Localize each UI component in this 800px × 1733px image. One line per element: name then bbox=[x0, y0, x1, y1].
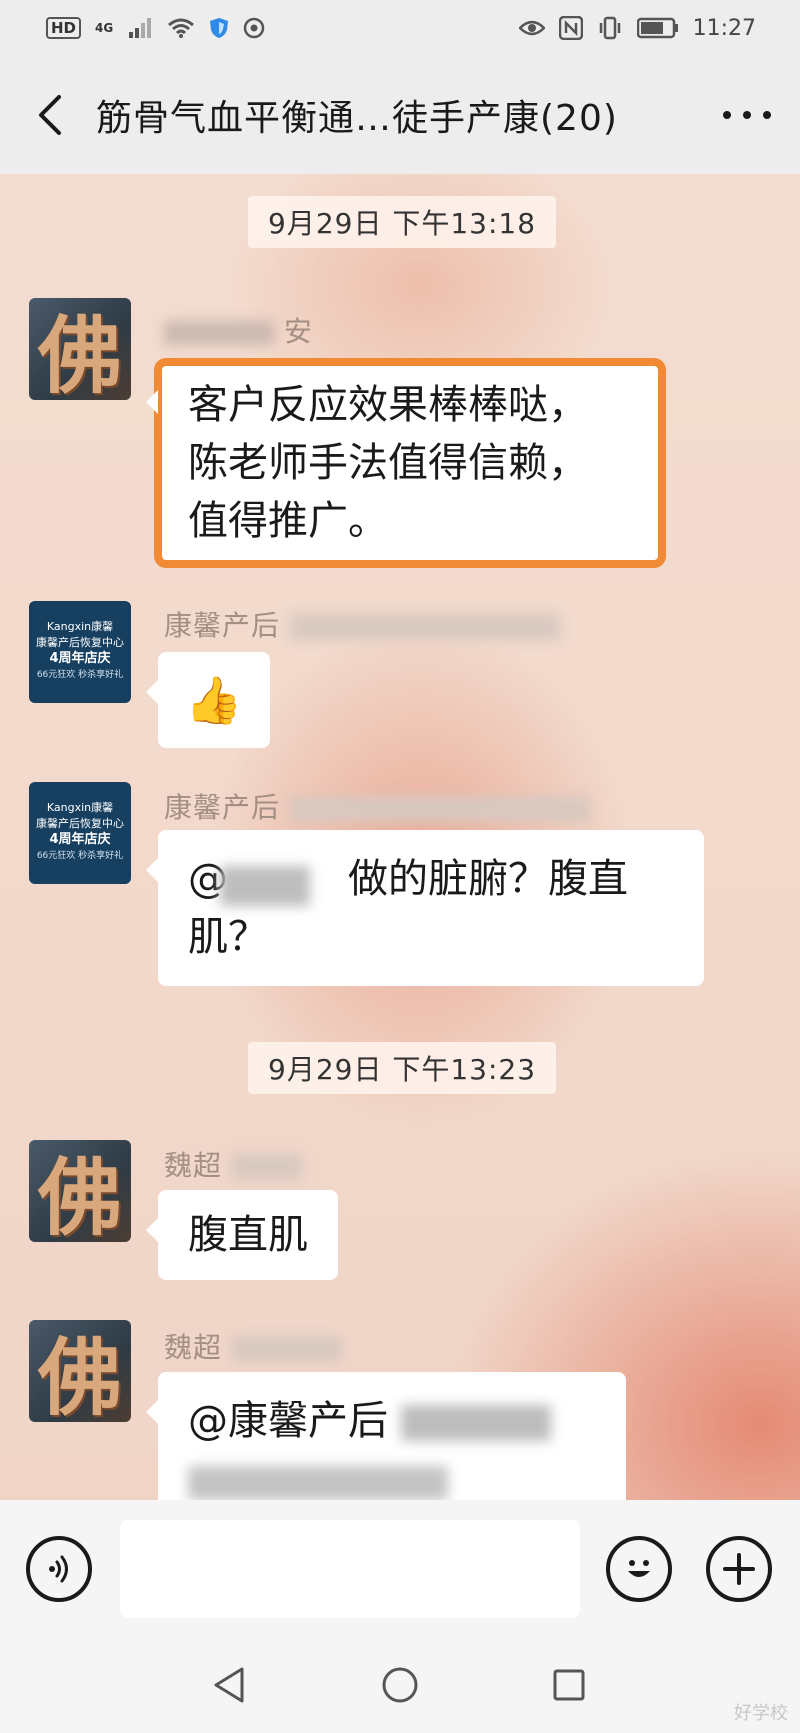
chat-header: 筋骨气血平衡通…徒手产康(20) bbox=[0, 56, 800, 174]
message-line: 值得推广。 bbox=[188, 498, 388, 544]
nfc-icon bbox=[558, 16, 583, 40]
voice-icon bbox=[49, 1555, 68, 1583]
input-bar bbox=[0, 1500, 800, 1638]
chat-messages[interactable]: 9月29日 下午13:18 佛 安 客户反应效果棒棒哒， 陈老师手法值得信赖， … bbox=[0, 174, 800, 1500]
status-right: 11:27 bbox=[518, 15, 756, 41]
nav-home-button[interactable] bbox=[377, 1662, 423, 1708]
chat-title: 筋骨气血平衡通…徒手产康(20) bbox=[96, 98, 618, 139]
vibrate-icon bbox=[599, 16, 620, 40]
avatar[interactable]: 佛 bbox=[29, 1140, 131, 1242]
avatar-line: 康馨产后恢复中心 bbox=[36, 636, 124, 649]
battery-icon bbox=[636, 17, 678, 39]
avatar[interactable]: 佛 bbox=[29, 1320, 131, 1422]
status-left: HD 4G bbox=[46, 17, 267, 39]
nav-recent-button[interactable] bbox=[546, 1662, 592, 1708]
message-input[interactable] bbox=[120, 1520, 580, 1618]
avatar[interactable]: Kangxin康馨 康馨产后恢复中心 4周年店庆 66元狂欢 秒杀享好礼 bbox=[29, 782, 131, 884]
avatar[interactable]: 佛 bbox=[29, 298, 131, 400]
more-dots-icon bbox=[723, 111, 771, 119]
system-nav-bar: 好学校 bbox=[0, 1638, 800, 1733]
more-button[interactable] bbox=[712, 85, 772, 145]
avatar-glyph: 佛 bbox=[37, 1327, 122, 1423]
sender-name: 安 bbox=[164, 310, 313, 350]
message-bubble[interactable]: @康馨产后 bbox=[146, 1372, 626, 1500]
status-bar: HD 4G 11:27 bbox=[0, 0, 800, 56]
back-arrow-icon bbox=[39, 95, 61, 135]
plus-button[interactable] bbox=[706, 1536, 772, 1602]
nav-back-icon bbox=[214, 1667, 244, 1703]
plus-icon bbox=[723, 1553, 755, 1585]
avatar-brand: Kangxin康馨 bbox=[46, 620, 114, 633]
sender-name: 康馨产后 bbox=[164, 604, 560, 644]
nav-back-button[interactable] bbox=[206, 1662, 252, 1708]
avatar-line: 66元狂欢 秒杀享好礼 bbox=[36, 851, 124, 861]
sender-name: 魏超 bbox=[164, 1326, 342, 1366]
message-line: 陈老师手法值得信赖， bbox=[188, 440, 588, 486]
avatar[interactable]: Kangxin康馨 康馨产后恢复中心 4周年店庆 66元狂欢 秒杀享好礼 bbox=[29, 601, 131, 703]
thumbs-up-icon: 👍 bbox=[185, 673, 243, 727]
emoji-button[interactable] bbox=[606, 1536, 672, 1602]
wifi-icon bbox=[168, 18, 195, 38]
watermark: 好学校 bbox=[734, 1703, 788, 1724]
message-line: 腹直肌 bbox=[188, 1212, 308, 1258]
timestamp: 9月29日 下午13:18 bbox=[248, 196, 557, 248]
message-bubble[interactable]: 腹直肌 bbox=[146, 1190, 338, 1280]
signal-icon bbox=[129, 18, 152, 38]
avatar-line: 康馨产后恢复中心 bbox=[36, 817, 124, 830]
blurred-mention bbox=[220, 866, 310, 906]
blurred-name bbox=[164, 321, 274, 345]
message-line: 肌？ bbox=[188, 914, 268, 960]
message-line: 客户反应效果棒棒哒， bbox=[188, 382, 588, 428]
blurred-name bbox=[231, 1336, 342, 1362]
location-icon bbox=[243, 17, 265, 39]
shield-icon bbox=[210, 18, 229, 38]
avatar-line: 66元狂欢 秒杀享好礼 bbox=[36, 670, 124, 680]
message-line: @康馨产后 bbox=[188, 1392, 596, 1450]
sender-name: 魏超 bbox=[164, 1144, 302, 1184]
avatar-brand: Kangxin康馨 bbox=[46, 801, 114, 814]
blurred-name bbox=[289, 614, 560, 640]
clock: 11:27 bbox=[692, 15, 756, 41]
eye-icon bbox=[518, 20, 545, 36]
voice-button[interactable] bbox=[26, 1536, 92, 1602]
avatar-line: 4周年店庆 bbox=[49, 832, 111, 847]
blurred-text bbox=[188, 1466, 448, 1500]
sender-name: 康馨产后 bbox=[164, 786, 590, 826]
message-bubble[interactable]: 👍 bbox=[146, 652, 270, 748]
message-bubble[interactable]: @ 做的脏腑？腹直 肌？ bbox=[146, 830, 704, 986]
message-bubble[interactable]: 客户反应效果棒棒哒， 陈老师手法值得信赖， 值得推广。 bbox=[146, 358, 666, 568]
nav-home-icon bbox=[382, 1667, 418, 1703]
nav-recent-icon bbox=[553, 1669, 585, 1701]
timestamp: 9月29日 下午13:23 bbox=[248, 1042, 557, 1094]
network-type: 4G bbox=[95, 21, 114, 35]
blurred-name bbox=[231, 1154, 302, 1180]
blurred-name bbox=[289, 796, 590, 822]
emoji-icon bbox=[628, 1560, 650, 1577]
blurred-mention bbox=[400, 1405, 551, 1441]
avatar-line: 4周年店庆 bbox=[49, 651, 111, 666]
back-button[interactable] bbox=[30, 85, 70, 145]
avatar-glyph: 佛 bbox=[37, 1147, 122, 1243]
avatar-glyph: 佛 bbox=[37, 305, 122, 401]
hd-badge: HD bbox=[46, 17, 82, 39]
